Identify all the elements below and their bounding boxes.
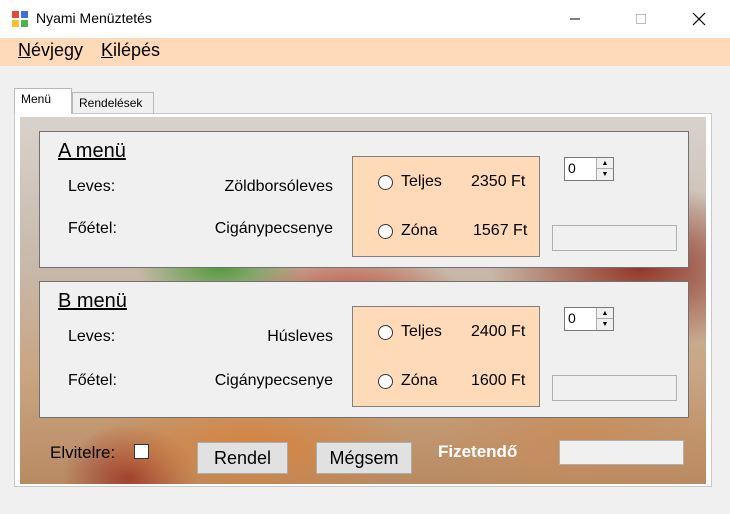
- menu-item-kilepes[interactable]: Kilépés: [101, 40, 160, 61]
- menu-a-title: A menü: [58, 140, 126, 162]
- menu-a-zona-price: 1567 Ft: [473, 222, 528, 239]
- menu-a-zona-label[interactable]: Zóna: [401, 222, 437, 240]
- menu-b-teljes-price: 2400 Ft: [471, 323, 526, 340]
- tab-rendelesek[interactable]: Rendelések: [72, 92, 154, 114]
- maximize-icon: [636, 14, 646, 24]
- minimize-button[interactable]: [552, 0, 598, 38]
- menu-b-option-box: Teljes 2400 Ft Zóna 1600 Ft: [352, 306, 540, 407]
- spin-down-icon[interactable]: ▼: [597, 169, 613, 180]
- menu-a-teljes-radio[interactable]: [378, 175, 393, 190]
- total-field: [559, 440, 684, 465]
- menu-a-option-box: Teljes 2350 Ft Zóna 1567 Ft: [352, 156, 540, 257]
- app-icon: [11, 10, 29, 28]
- maximize-button[interactable]: [618, 0, 664, 38]
- total-label: Fizetendő: [438, 442, 518, 461]
- title-bar: Nyami Menüztetés: [0, 0, 730, 38]
- menu-b-zona-price: 1600 Ft: [471, 372, 526, 389]
- menu-a-teljes-label[interactable]: Teljes: [401, 173, 442, 191]
- menu-a-quantity-stepper[interactable]: 0 ▲ ▼: [564, 157, 614, 181]
- menu-b-group: B menü Leves: Húsleves Főétel: Cigánypec…: [39, 281, 689, 418]
- menu-b-quantity-value[interactable]: 0: [568, 310, 576, 326]
- close-button[interactable]: [676, 0, 722, 38]
- menu-b-leves-value: Húsleves: [267, 328, 333, 345]
- menu-b-teljes-radio[interactable]: [378, 325, 393, 340]
- menu-b-quantity-stepper[interactable]: 0 ▲ ▼: [564, 307, 614, 331]
- menu-item-nevjegy[interactable]: Névjegy: [18, 40, 83, 61]
- order-button[interactable]: Rendel: [197, 442, 288, 474]
- menu-a-foetel-label: Főétel:: [68, 220, 117, 237]
- menu-b-foetel-label: Főétel:: [68, 372, 117, 389]
- minimize-icon: [570, 18, 580, 20]
- window-title: Nyami Menüztetés: [36, 10, 152, 26]
- menu-b-zona-label[interactable]: Zóna: [401, 372, 437, 390]
- spin-up-icon[interactable]: ▲: [597, 158, 613, 169]
- menu-a-subtotal-field: [552, 225, 677, 251]
- tab-menu[interactable]: Menü: [14, 88, 72, 114]
- elvitelre-checkbox[interactable]: [134, 444, 149, 459]
- close-icon: [692, 12, 706, 26]
- menu-a-teljes-price: 2350 Ft: [471, 173, 526, 190]
- cancel-button[interactable]: Mégsem: [316, 442, 412, 474]
- menu-a-leves-label: Leves:: [68, 178, 116, 195]
- menu-bar: Névjegy Kilépés: [0, 38, 730, 66]
- menu-b-zona-radio[interactable]: [378, 374, 393, 389]
- menu-b-teljes-label[interactable]: Teljes: [401, 323, 442, 341]
- spin-down-icon[interactable]: ▼: [597, 319, 613, 330]
- elvitelre-label: Elvitelre:: [50, 443, 116, 462]
- tab-panel-menu: A menü Leves: Zöldborsóleves Főétel: Cig…: [14, 113, 712, 487]
- menu-a-group: A menü Leves: Zöldborsóleves Főétel: Cig…: [39, 131, 689, 268]
- menu-a-zona-radio[interactable]: [378, 224, 393, 239]
- menu-b-leves-label: Leves:: [68, 328, 116, 345]
- food-background-image: A menü Leves: Zöldborsóleves Főétel: Cig…: [20, 117, 706, 484]
- spin-up-icon[interactable]: ▲: [597, 308, 613, 319]
- menu-b-foetel-value: Cigánypecsenye: [214, 372, 333, 389]
- menu-a-leves-value: Zöldborsóleves: [224, 178, 334, 195]
- menu-a-foetel-value: Cigánypecsenye: [214, 220, 333, 237]
- menu-b-subtotal-field: [552, 375, 677, 401]
- menu-b-title: B menü: [58, 290, 127, 312]
- menu-a-quantity-value[interactable]: 0: [568, 160, 576, 176]
